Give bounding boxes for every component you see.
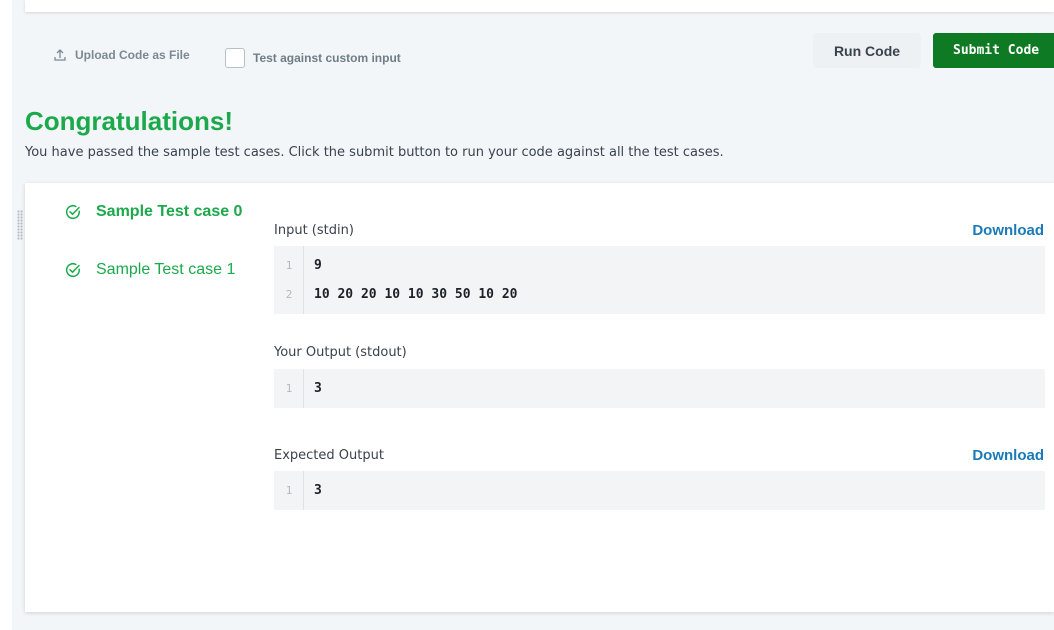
line-number: 1 — [285, 483, 293, 497]
test-results-panel: Sample Test case 0 Sample Test case 1 In… — [25, 183, 1054, 612]
custom-input-toggle[interactable]: Test against custom input — [225, 48, 401, 68]
code-line: 1 3 — [274, 481, 322, 499]
custom-input-checkbox[interactable] — [225, 48, 245, 68]
drag-handle-icon[interactable] — [17, 210, 23, 240]
result-title: Congratulations! — [25, 106, 233, 136]
left-margin-strip — [0, 0, 12, 630]
expected-section-label: Expected Output — [274, 448, 384, 463]
check-circle-icon — [65, 205, 80, 220]
output-code-block: 1 3 — [274, 369, 1045, 408]
upload-icon — [54, 49, 66, 61]
result-message: You have passed the sample test cases. C… — [25, 145, 724, 160]
test-case-tab-1[interactable]: Sample Test case 1 — [65, 261, 235, 279]
line-content: 3 — [314, 380, 322, 396]
input-section-label: Input (stdin) — [274, 223, 354, 238]
test-case-label: Sample Test case 0 — [96, 203, 243, 220]
run-code-button[interactable]: Run Code — [813, 33, 921, 68]
code-line: 2 10 20 20 10 10 30 50 10 20 — [274, 285, 518, 303]
upload-code-button[interactable]: Upload Code as File — [53, 46, 190, 64]
line-content: 3 — [314, 482, 322, 498]
line-number: 1 — [285, 381, 293, 395]
line-number: 1 — [285, 258, 293, 272]
code-line: 1 3 — [274, 379, 322, 397]
expected-download-link[interactable]: Download — [972, 447, 1044, 464]
check-circle-icon — [65, 263, 80, 278]
test-case-tab-0[interactable]: Sample Test case 0 — [65, 203, 242, 221]
custom-input-label: Test against custom input — [253, 51, 401, 65]
line-content: 10 20 20 10 10 30 50 10 20 — [314, 286, 518, 302]
line-content: 9 — [314, 257, 322, 273]
code-editor-panel-bottom — [25, 0, 1054, 12]
code-line: 1 9 — [274, 256, 322, 274]
test-case-label: Sample Test case 1 — [96, 261, 236, 278]
expected-code-block: 1 3 — [274, 471, 1045, 510]
input-download-link[interactable]: Download — [972, 222, 1044, 239]
upload-code-label: Upload Code as File — [75, 48, 190, 62]
input-code-block: 1 9 2 10 20 20 10 10 30 50 10 20 — [274, 246, 1045, 314]
output-section-label: Your Output (stdout) — [274, 345, 407, 360]
line-number: 2 — [285, 287, 293, 301]
submit-code-button[interactable]: Submit Code — [933, 33, 1054, 68]
